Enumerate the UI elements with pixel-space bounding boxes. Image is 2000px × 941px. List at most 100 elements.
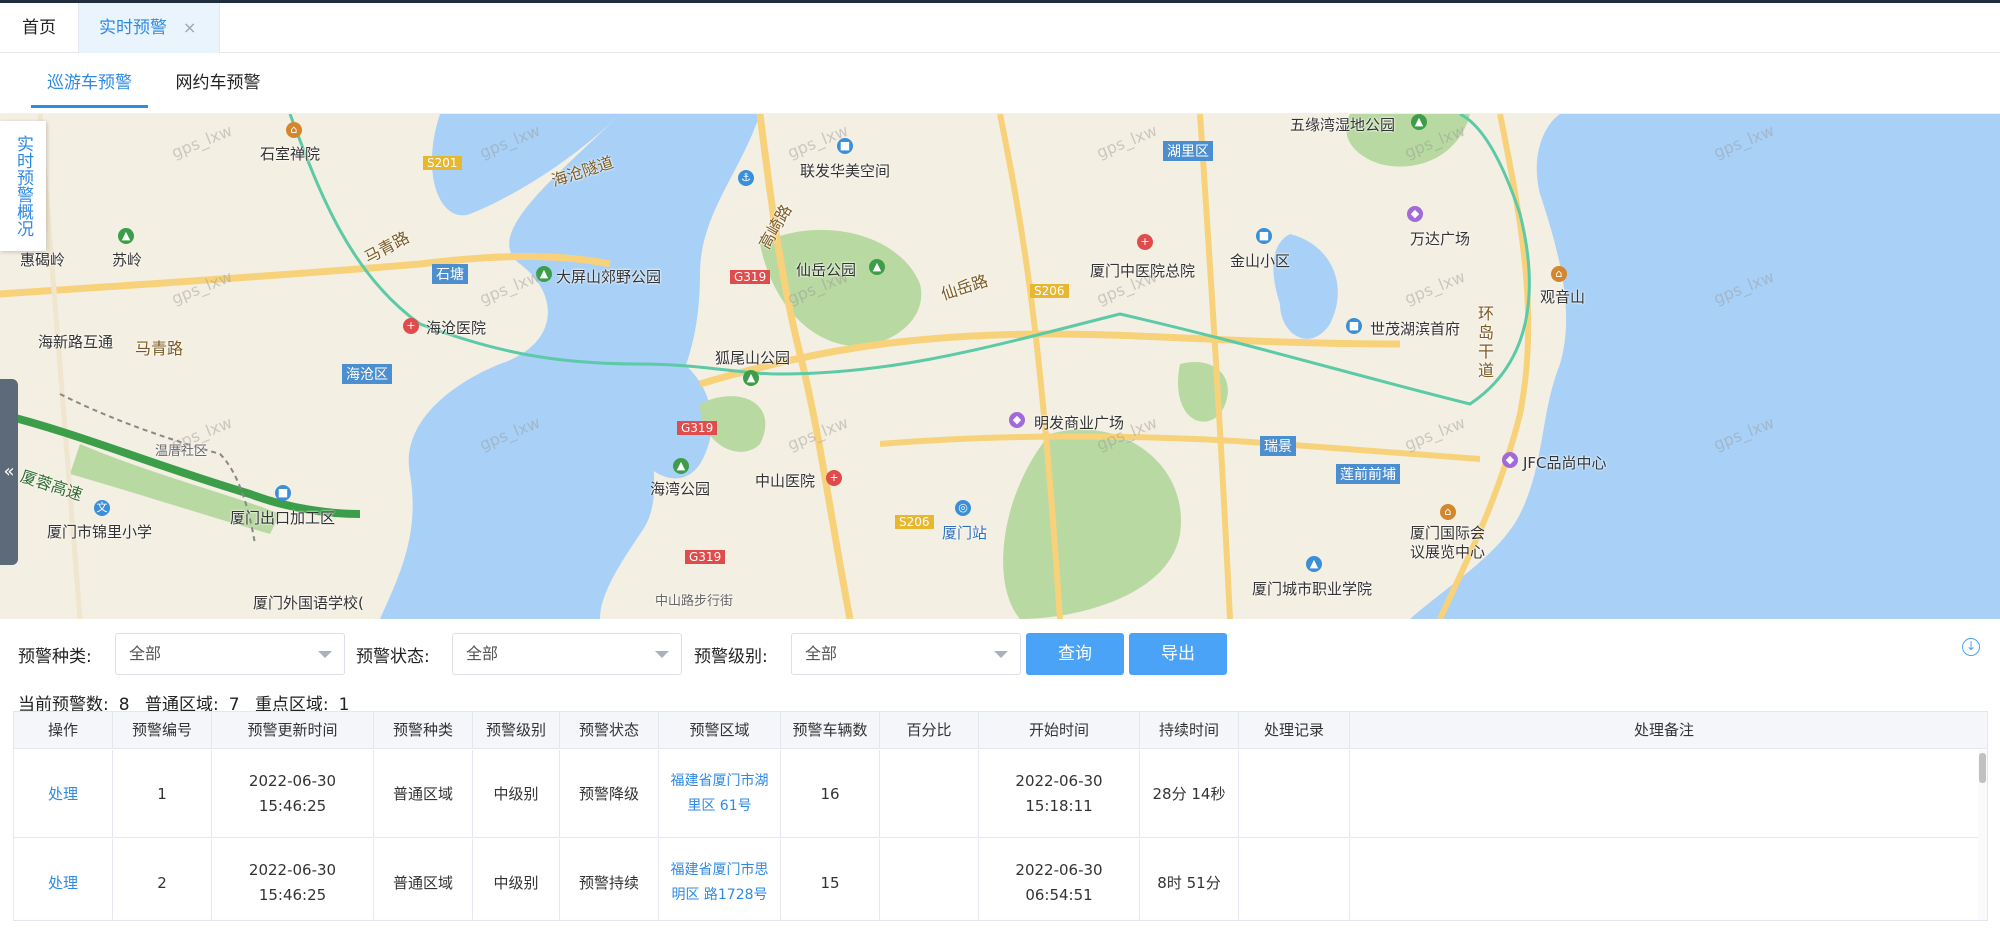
- alert-status-select[interactable]: 全部: [452, 633, 682, 675]
- alert-status-value: 全部: [466, 644, 499, 663]
- map-label-lianfa: 联发华美空间: [800, 162, 891, 180]
- cell-type: 普通区域: [374, 750, 473, 838]
- map-label-s206-2: S206: [895, 515, 934, 529]
- realtime-overview-button[interactable]: 实时预警概况: [0, 121, 46, 251]
- map-canvas: [0, 114, 2000, 619]
- map-label-shitang: 石塘: [432, 264, 468, 284]
- map-label-haicang-hospital: 海沧医院: [426, 319, 487, 337]
- map-label-haixin-interchange: 海新路互通: [38, 333, 114, 351]
- map-label-dapingshan: 大屏山郊野公园: [556, 268, 662, 286]
- cell-count: 15: [781, 839, 880, 920]
- map-label-zhongshan-street: 中山路步行街: [655, 594, 734, 609]
- shopping-icon: ◆: [1009, 412, 1025, 428]
- map-label-jfc: JFC品尚中心: [1523, 454, 1607, 472]
- tab-home[interactable]: 首页: [0, 3, 78, 53]
- collapse-panel-handle[interactable]: «: [0, 379, 18, 565]
- chevron-down-icon: [994, 651, 1008, 658]
- map-label-huiweiling: 惠碣岭: [20, 251, 66, 269]
- cell-percent: [880, 750, 979, 838]
- cell-level: 中级别: [473, 839, 560, 920]
- cell-duration: 28分 14秒: [1140, 750, 1239, 838]
- cell-start-time: 2022-06-30 06:54:51: [979, 839, 1140, 920]
- alert-level-label: 预警级别:: [694, 647, 768, 667]
- map-label-huweishan: 狐尾山公园: [715, 349, 791, 367]
- alert-status-label: 预警状态:: [356, 647, 430, 667]
- map-label-huandao: 环岛干道: [1478, 304, 1495, 380]
- map-label-guanyinshan: 观音山: [1540, 288, 1586, 306]
- landmark-icon: ⌂: [1551, 266, 1567, 282]
- park-icon: ▲: [536, 266, 552, 282]
- residence-icon: ■: [1346, 318, 1362, 334]
- table-header: 操作 预警编号 预警更新时间 预警种类 预警级别 预警状态 预警区域 预警车辆数…: [14, 712, 1987, 749]
- anchor-icon: ⚓: [738, 170, 754, 186]
- scrollbar-thumb[interactable]: [1979, 753, 1986, 783]
- map-label-shimao: 世茂湖滨首府: [1370, 320, 1461, 338]
- cell-level: 中级别: [473, 750, 560, 838]
- park-icon: ▲: [673, 458, 689, 474]
- query-button[interactable]: 查询: [1026, 633, 1124, 675]
- map-label-ruijing: 瑞景: [1260, 436, 1296, 456]
- hospital-icon: +: [826, 470, 842, 486]
- close-icon[interactable]: ×: [183, 3, 196, 53]
- page-tab-bar: 首页 实时预警 ×: [0, 3, 2000, 53]
- tab-taxi-alert[interactable]: 巡游车预警: [31, 68, 148, 108]
- map-label-mingfa: 明发商业广场: [1034, 414, 1125, 432]
- park-icon: ▲: [1411, 114, 1427, 130]
- map-label-maqing-road-2: 马青路: [135, 339, 184, 358]
- residence-icon: ■: [837, 138, 853, 154]
- tab-realtime-alert[interactable]: 实时预警 ×: [78, 3, 220, 53]
- school-icon: 文: [94, 500, 110, 516]
- map-label-jinli: 厦门市锦里小学: [47, 523, 153, 541]
- table-scrollbar[interactable]: [1978, 750, 1987, 920]
- park-icon: ▲: [743, 370, 759, 386]
- alert-level-select[interactable]: 全部: [791, 633, 1021, 675]
- alert-type-value: 全部: [129, 644, 162, 663]
- hospital-icon: +: [403, 318, 419, 334]
- export-button[interactable]: 导出: [1129, 633, 1227, 675]
- cell-status: 预警降级: [560, 750, 659, 838]
- col-percent: 百分比: [880, 712, 979, 749]
- cell-area-link[interactable]: 福建省厦门市湖里区 61号: [659, 750, 781, 838]
- cell-note: [1350, 750, 1978, 838]
- sub-tabs: 巡游车预警 网约车预警: [0, 54, 2000, 114]
- park-icon: ▲: [869, 259, 885, 275]
- cell-record: [1239, 750, 1350, 838]
- map-label-s201: S201: [423, 156, 462, 170]
- col-id: 预警编号: [113, 712, 212, 749]
- map-label-haicang-district: 海沧区: [342, 364, 392, 384]
- table-row: 处理 1 2022-06-30 15:46:25 普通区域 中级别 预警降级 福…: [14, 750, 1987, 838]
- download-icon[interactable]: ↓: [1962, 638, 1980, 656]
- col-level: 预警级别: [473, 712, 560, 749]
- building-icon: ■: [275, 485, 291, 501]
- col-duration: 持续时间: [1140, 712, 1239, 749]
- cell-count: 16: [781, 750, 880, 838]
- cell-type: 普通区域: [374, 839, 473, 920]
- cell-id: 1: [113, 750, 212, 838]
- landmark-icon: ⌂: [286, 122, 302, 138]
- col-status: 预警状态: [560, 712, 659, 749]
- cell-update-time: 2022-06-30 15:46:25: [212, 750, 374, 838]
- col-note: 处理备注: [1633, 721, 1694, 739]
- hospital-icon: +: [1137, 234, 1153, 250]
- tab-ride-hailing-alert[interactable]: 网约车预警: [158, 68, 278, 108]
- table-row: 处理 2 2022-06-30 15:46:25 普通区域 中级别 预警持续 福…: [14, 839, 1987, 920]
- handle-link[interactable]: 处理: [14, 839, 113, 920]
- filter-bar: 预警种类: 全部 预警状态: 全部 预警级别: 全部 查询 导出 ↓: [0, 620, 2000, 690]
- cell-id: 2: [113, 839, 212, 920]
- cell-area-link[interactable]: 福建省厦门市思明区 路1728号: [659, 839, 781, 920]
- handle-link[interactable]: 处理: [14, 750, 113, 838]
- map-label-xiamen-station: 厦门站: [942, 524, 988, 542]
- map-label-haiwan: 海湾公园: [650, 480, 711, 498]
- alert-type-select[interactable]: 全部: [115, 633, 345, 675]
- col-start-time: 开始时间: [979, 712, 1140, 749]
- train-icon: ◎: [955, 500, 971, 516]
- cell-record: [1239, 839, 1350, 920]
- map-label-lianqian: 莲前前埔: [1336, 464, 1400, 484]
- chevron-down-icon: [655, 651, 669, 658]
- cell-percent: [880, 839, 979, 920]
- alert-type-label: 预警种类:: [18, 647, 92, 667]
- col-action: 操作: [14, 712, 113, 749]
- map-label-jinshan: 金山小区: [1230, 252, 1291, 270]
- map-label-xiamen-tcm: 厦门中医院总院: [1090, 262, 1196, 280]
- map-view[interactable]: 石室禅院 海沧隧道 联发华美空间 五缘湾湿地公园 湖里区 惠碣岭 苏岭 S201…: [0, 114, 2000, 619]
